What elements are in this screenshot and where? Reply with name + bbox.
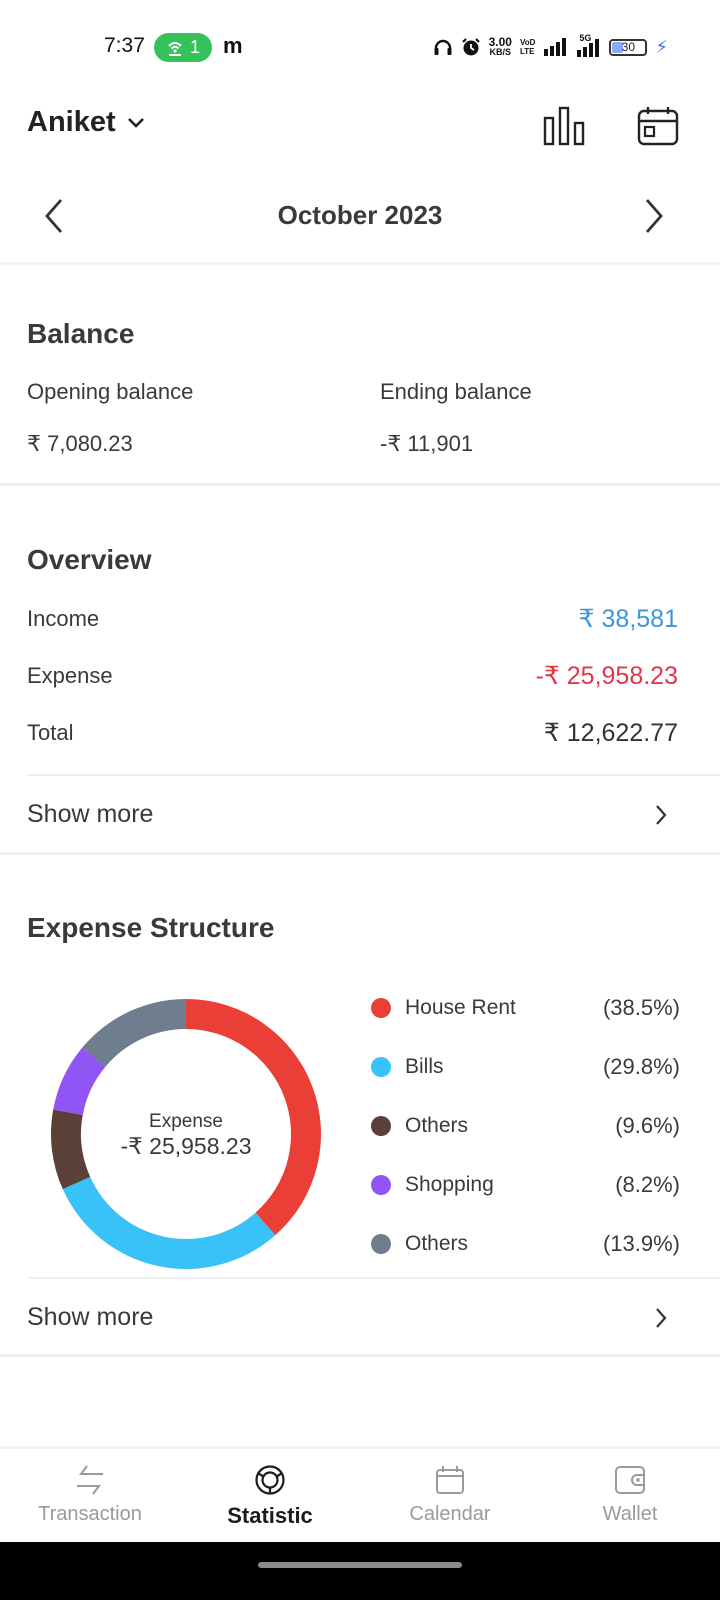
donut-center-label: Expense — [149, 1110, 223, 1132]
calendar-button[interactable] — [634, 102, 682, 150]
total-value: ₹ 12,622.77 — [543, 719, 678, 747]
legend-color-dot — [371, 997, 391, 1018]
overview-section: Overview Income ₹ 38,581 Expense -₹ 25,9… — [0, 486, 720, 852]
legend-percentage: (9.6%) — [615, 1112, 680, 1138]
month-navigator: October 2023 — [0, 188, 720, 244]
volte-indicator: VoD LTE — [519, 38, 536, 56]
legend-item[interactable]: Bills (29.8%) — [370, 1037, 680, 1096]
tab-statistic[interactable]: Statistic — [180, 1449, 360, 1542]
headphones-icon — [434, 39, 452, 55]
expense-show-more-button[interactable]: Show more — [0, 1279, 720, 1355]
legend-color-dot — [371, 1056, 391, 1077]
alarm-icon — [461, 38, 480, 56]
legend-category: House Rent — [405, 995, 516, 1019]
month-label: October 2023 — [277, 200, 443, 230]
hotspot-badge: 1 — [154, 33, 212, 62]
chevron-right-icon — [645, 199, 663, 233]
legend-item[interactable]: House Rent (38.5%) — [370, 978, 680, 1037]
legend-percentage: (38.5%) — [602, 994, 680, 1020]
expense-donut-chart: Expense -₹ 25,958.23 — [50, 998, 322, 1270]
bottom-navigation: Transaction Statistic Calendar Wallet — [0, 1446, 720, 1542]
legend-category: Shopping — [405, 1172, 494, 1196]
expense-label: Expense — [27, 663, 113, 688]
calendar-icon — [637, 107, 679, 146]
ending-balance-label: Ending balance — [380, 379, 532, 404]
signal-5g: 5G — [575, 33, 601, 57]
calendar-icon — [436, 1466, 464, 1494]
tab-calendar[interactable]: Calendar — [360, 1449, 540, 1542]
chart-view-button[interactable] — [540, 102, 588, 150]
donut-center-value: -₹ 25,958.23 — [120, 1132, 252, 1159]
legend-percentage: (29.8%) — [602, 1053, 680, 1079]
expense-structure-title: Expense Structure — [27, 912, 275, 943]
legend-category: Others — [405, 1113, 469, 1137]
income-value: ₹ 38,581 — [578, 605, 678, 633]
signal-icon — [544, 38, 567, 56]
hotspot-icon — [168, 41, 182, 56]
bar-chart-icon — [543, 106, 585, 146]
legend-item[interactable]: Others (13.9%) — [370, 1214, 680, 1273]
next-month-button[interactable] — [630, 192, 678, 240]
donut-center: Expense -₹ 25,958.23 — [50, 998, 322, 1270]
home-gesture-handle[interactable] — [258, 1562, 462, 1568]
app-header: Aniket October 2023 — [0, 92, 720, 262]
tab-label: Transaction — [38, 1503, 142, 1525]
legend-category: Others — [405, 1231, 469, 1255]
tab-label: Wallet — [602, 1503, 658, 1525]
balance-section: Balance Opening balance ₹ 7,080.23 Endin… — [0, 265, 720, 483]
battery-indicator: 30 — [609, 38, 648, 56]
status-bar: 7:37 1 m 3.00 KB/S VoD LTE 5G 30 ⚡ — [0, 0, 720, 92]
tab-transaction[interactable]: Transaction — [0, 1449, 180, 1542]
show-more-label: Show more — [27, 1303, 154, 1331]
legend-item[interactable]: Others (9.6%) — [370, 1096, 680, 1155]
donut-chart-icon — [255, 1465, 285, 1495]
legend-color-dot — [371, 1233, 391, 1254]
show-more-label: Show more — [27, 800, 154, 828]
network-speed: 3.00 KB/S — [488, 35, 512, 57]
chevron-right-icon — [656, 805, 667, 825]
section-divider — [0, 1354, 720, 1357]
chevron-right-icon — [656, 1308, 667, 1328]
legend-category: Bills — [405, 1054, 444, 1078]
tab-wallet[interactable]: Wallet — [540, 1449, 720, 1542]
charging-bolt-icon: ⚡ — [655, 36, 668, 57]
overview-show-more-button[interactable]: Show more — [0, 776, 720, 852]
system-gesture-bar — [0, 1542, 720, 1600]
opening-balance-label: Opening balance — [27, 379, 194, 404]
tab-label: Calendar — [409, 1503, 491, 1525]
legend-percentage: (13.9%) — [602, 1230, 680, 1256]
account-name: Aniket — [27, 106, 116, 138]
balance-title: Balance — [27, 318, 135, 349]
legend-color-dot — [371, 1174, 391, 1195]
income-label: Income — [27, 606, 100, 631]
status-time: 7:37 — [104, 34, 145, 57]
overview-title: Overview — [27, 544, 152, 575]
chevron-down-icon — [127, 117, 144, 128]
legend-percentage: (8.2%) — [615, 1171, 680, 1197]
opening-balance-value: ₹ 7,080.23 — [27, 431, 133, 456]
hotspot-count: 1 — [189, 37, 200, 57]
account-selector[interactable]: Aniket — [27, 106, 146, 139]
ending-balance-value: -₹ 11,901 — [380, 431, 474, 456]
expense-value: -₹ 25,958.23 — [535, 662, 678, 690]
legend-item[interactable]: Shopping (8.2%) — [370, 1155, 680, 1214]
tab-label: Statistic — [227, 1503, 313, 1528]
legend-color-dot — [371, 1115, 391, 1136]
expense-legend: House Rent (38.5%) Bills (29.8%) Others … — [370, 978, 680, 1273]
carrier-app-icon: m — [223, 33, 243, 58]
wallet-icon — [615, 1466, 645, 1494]
transfer-arrows-icon — [77, 1465, 103, 1495]
status-icons: 3.00 KB/S VoD LTE 5G 30 ⚡ — [433, 33, 668, 59]
total-label: Total — [27, 720, 74, 745]
